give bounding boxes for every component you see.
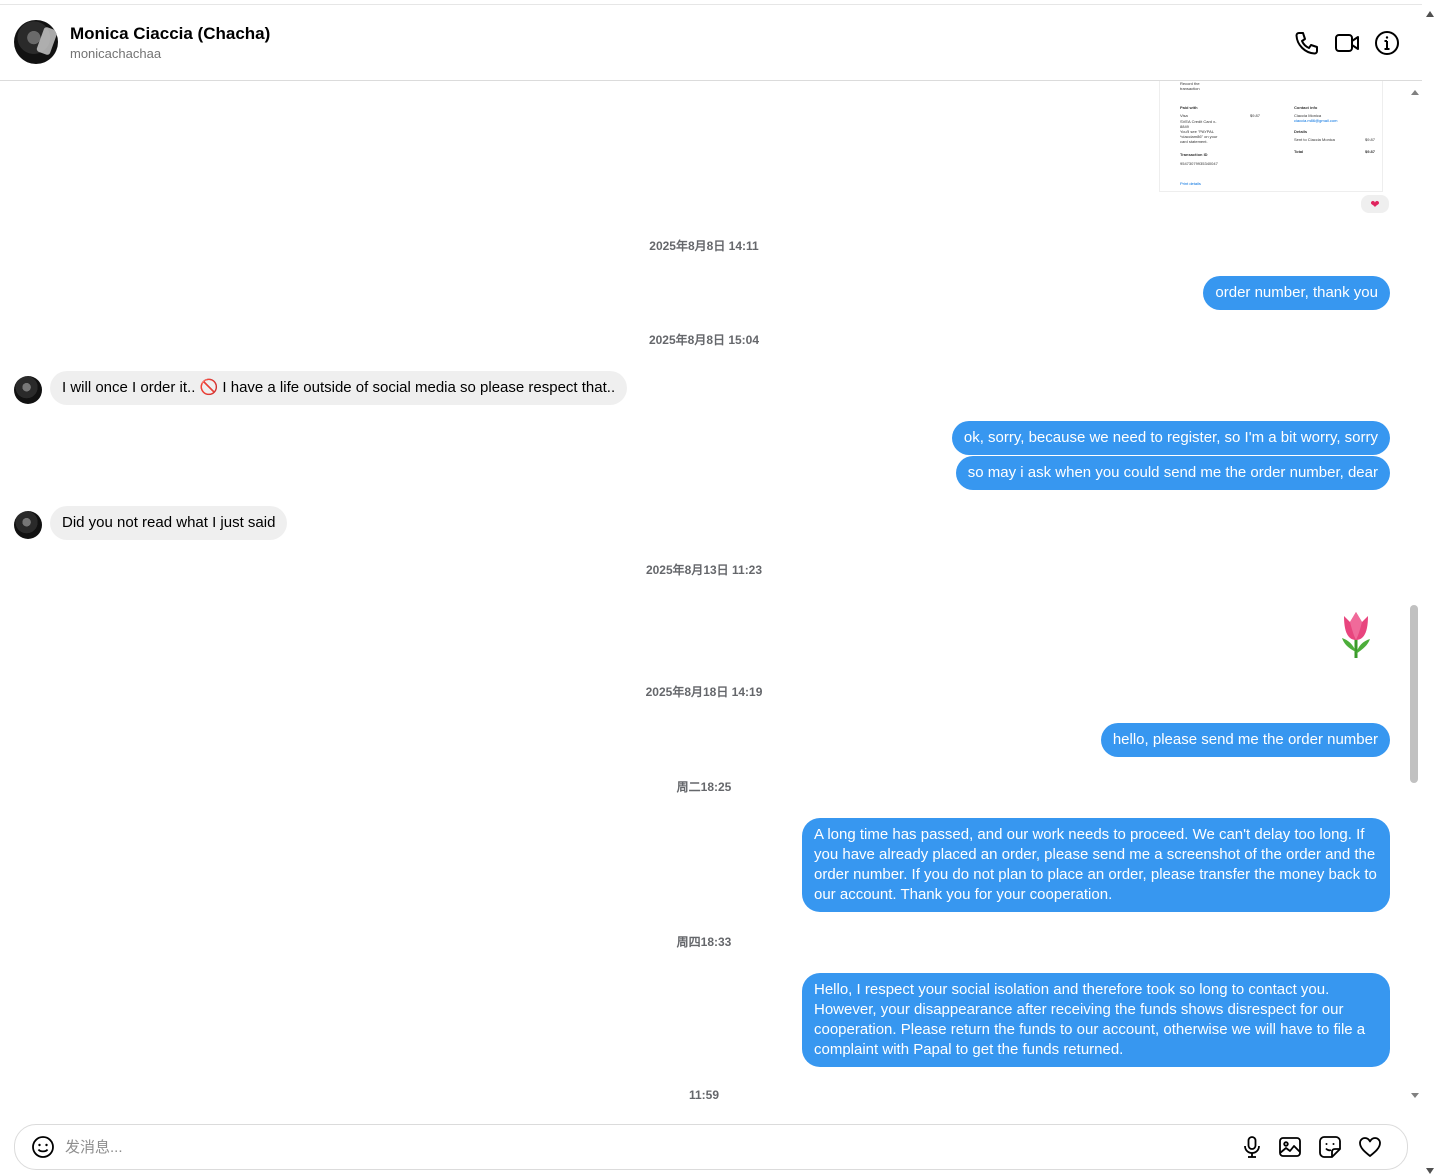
scroll-up-arrow[interactable]: [1408, 86, 1422, 98]
receipt-image-attachment[interactable]: Record the transaction Paid with Visa SV…: [1159, 81, 1383, 192]
outgoing-message[interactable]: A long time has passed, and our work nee…: [802, 818, 1390, 912]
microphone-icon[interactable]: [1240, 1135, 1264, 1159]
receipt-text: Transaction ID: [1180, 152, 1208, 157]
sticker-icon[interactable]: [1318, 1135, 1342, 1159]
message-composer: [14, 1124, 1408, 1170]
receipt-text: Sent to Ciaccia Monica: [1294, 137, 1335, 142]
receipt-text: ciaccia.m86@gmail.com: [1294, 118, 1338, 123]
contact-name[interactable]: Monica Ciaccia (Chacha): [70, 24, 270, 44]
heart-reaction-badge[interactable]: ❤: [1359, 193, 1391, 215]
timestamp: 2025年8月8日 14:11: [649, 239, 759, 253]
incoming-message[interactable]: Did you not read what I just said: [50, 506, 288, 540]
receipt-text: Contact info: [1294, 105, 1318, 110]
emoji-icon[interactable]: [31, 1135, 55, 1159]
heart-icon: ❤: [1370, 198, 1380, 211]
video-call-icon[interactable]: [1333, 29, 1361, 57]
timestamp: 周二18:25: [676, 780, 732, 794]
receipt-text: Total: [1294, 149, 1304, 154]
print-details-link[interactable]: Print details: [1180, 181, 1201, 186]
receipt-amount: $9.87: [1365, 149, 1376, 154]
outgoing-message[interactable]: order number, thank you: [1203, 276, 1390, 310]
window-scroll-down-arrow[interactable]: [1424, 1166, 1436, 1176]
message-input[interactable]: [65, 1135, 1165, 1159]
contact-avatar[interactable]: [14, 20, 58, 64]
thread-scrollbar[interactable]: [1408, 81, 1422, 1111]
outgoing-message[interactable]: Hello, I respect your social isolation a…: [802, 973, 1390, 1067]
receipt-text: card statement.: [1180, 139, 1208, 144]
outgoing-message[interactable]: so may i ask when you could send me the …: [955, 456, 1390, 490]
scrollbar-thumb[interactable]: [1410, 605, 1418, 783]
window-scroll-up-arrow[interactable]: [1424, 8, 1436, 20]
receipt-amount: $9.87: [1250, 113, 1261, 118]
phone-icon[interactable]: [1293, 29, 1321, 57]
tulip-emoji-message[interactable]: [1336, 608, 1376, 660]
image-icon[interactable]: [1278, 1135, 1302, 1159]
timestamp: 2025年8月18日 14:19: [645, 685, 763, 699]
timestamp: 2025年8月13日 11:23: [645, 563, 763, 577]
sender-avatar[interactable]: [14, 376, 42, 404]
heart-icon[interactable]: [1358, 1135, 1382, 1159]
receipt-text: Details: [1294, 129, 1308, 134]
sender-avatar[interactable]: [14, 511, 42, 539]
timestamp: 2025年8月8日 15:04: [648, 333, 760, 347]
receipt-text: Paid with: [1180, 105, 1198, 110]
scroll-down-arrow[interactable]: [1408, 1090, 1422, 1102]
message-thread[interactable]: Record the transaction Paid with Visa SV…: [0, 81, 1408, 1111]
conversation-header: Monica Ciaccia (Chacha) monicachachaa: [0, 5, 1422, 81]
contact-handle[interactable]: monicachachaa: [70, 46, 161, 61]
timestamp: 11:59: [688, 1088, 720, 1102]
receipt-text: 95473079935340047: [1180, 161, 1218, 166]
receipt-text: transaction: [1180, 86, 1200, 91]
receipt-text: Visa: [1180, 113, 1188, 118]
timestamp: 周四18:33: [676, 935, 732, 949]
incoming-message[interactable]: I will once I order it.. 🚫 I have a life…: [50, 371, 628, 405]
outgoing-message[interactable]: ok, sorry, because we need to register, …: [951, 421, 1390, 455]
receipt-amount: $9.87: [1365, 137, 1376, 142]
outgoing-message[interactable]: hello, please send me the order number: [1100, 723, 1390, 757]
info-icon[interactable]: [1373, 29, 1401, 57]
